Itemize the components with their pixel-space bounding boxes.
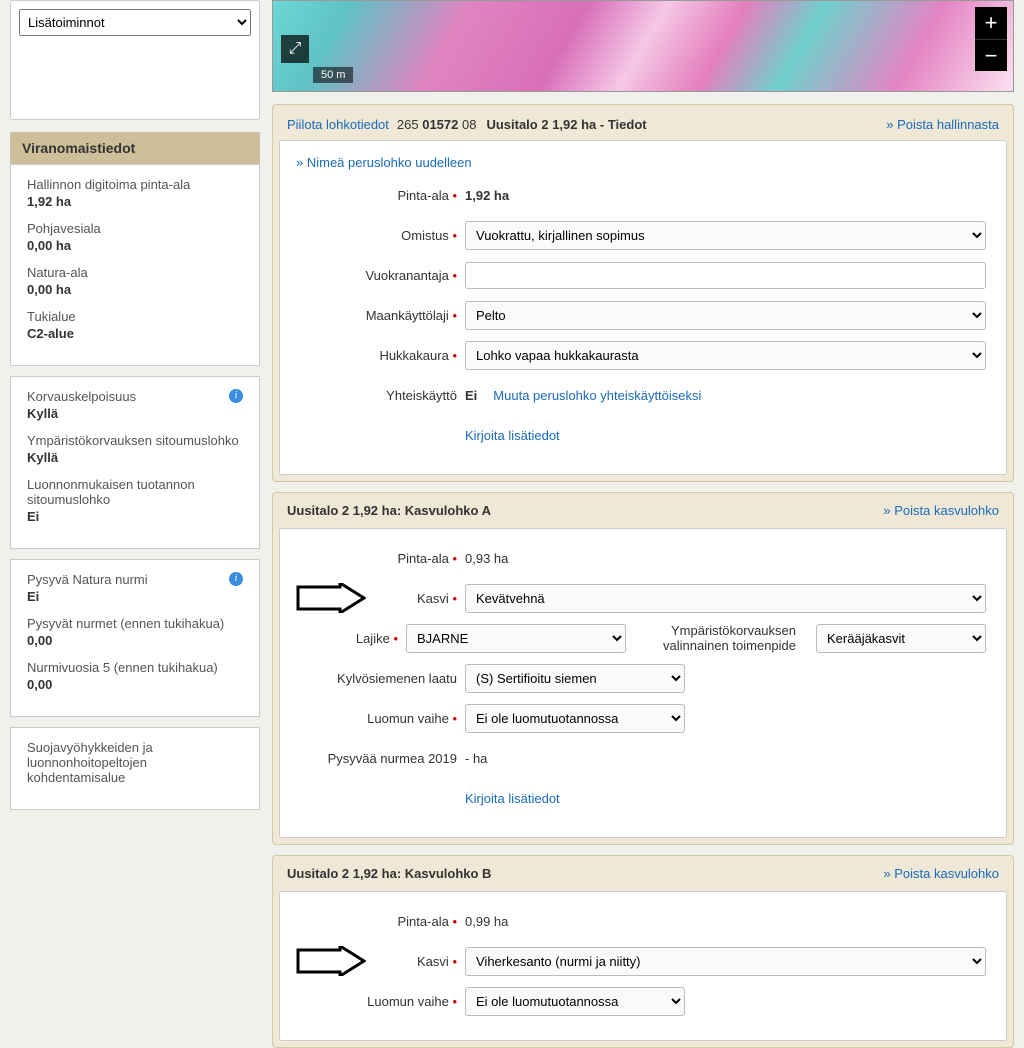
crop-a-area-value: 0,93 ha (465, 551, 508, 566)
crop-parcel-b: Uusitalo 2 1,92 ha: Kasvulohko B » Poist… (272, 855, 1014, 1048)
lessor-input[interactable] (465, 262, 986, 289)
ownership-select[interactable]: Vuokrattu, kirjallinen sopimus (465, 221, 986, 250)
env-measure-select[interactable]: Kerääjäkasvit (816, 624, 986, 653)
info-row-label: Ympäristökorvauksen sitoumuslohko (27, 433, 243, 448)
info-row-label: Natura-ala (27, 265, 243, 280)
crop-b-plant-label: Kasvi • (290, 954, 465, 969)
crop-parcel-a: Uusitalo 2 1,92 ha: Kasvulohko A » Poist… (272, 492, 1014, 845)
shared-use-change-link[interactable]: Muuta peruslohko yhteiskäyttöiseksi (493, 388, 701, 403)
info-row-label: Pohjavesiala (27, 221, 243, 236)
area-label: Pinta-ala • (290, 188, 465, 203)
parcel-title: Uusitalo 2 1,92 ha - Tiedot (486, 117, 646, 132)
zoom-in-icon[interactable]: + (975, 7, 1007, 39)
actions-box: Lisätoiminnot (10, 0, 260, 120)
perm-grass-label: Pysyvää nurmea 2019 (290, 751, 465, 766)
map[interactable]: + − ⤢ 50 m (272, 0, 1014, 92)
wildoat-select[interactable]: Lohko vapaa hukkakaurasta (465, 341, 986, 370)
authority-group-2: Korvauskelpoisuus i Kyllä Ympäristökorvauks… (10, 376, 260, 549)
info-row-label: Korvauskelpoisuus (27, 389, 136, 404)
info-row-value: 0,00 (27, 677, 243, 692)
seed-quality-select[interactable]: (S) Sertifioitu siemen (465, 664, 685, 693)
authority-info-header: Viranomaistiedot (10, 132, 260, 164)
crop-a-area-label: Pinta-ala • (290, 551, 465, 566)
parcel-panel: Piilota lohkotiedot 265 01572 08 Uusital… (272, 104, 1014, 482)
info-row-label: Pysyvä Natura nurmi (27, 572, 148, 587)
organic-phase-b-select[interactable]: Ei ole luomutuotannossa (465, 987, 685, 1016)
info-row-value: Kyllä (27, 406, 243, 421)
crop-a-variety-label: Lajike • (290, 631, 406, 646)
crop-a-plant-label: Kasvi • (290, 591, 465, 606)
remove-crop-b-link[interactable]: » Poista kasvulohko (883, 866, 999, 881)
parcel-form: » Nimeä peruslohko uudelleen Pinta-ala •… (279, 140, 1007, 475)
crop-b-title: Uusitalo 2 1,92 ha: Kasvulohko B (287, 866, 491, 881)
zoom-out-icon[interactable]: − (975, 39, 1007, 71)
rename-parcel-link[interactable]: » Nimeä peruslohko uudelleen (296, 155, 472, 170)
landuse-label: Maankäyttölaji • (290, 308, 465, 323)
crop-a-title: Uusitalo 2 1,92 ha: Kasvulohko A (287, 503, 491, 518)
ownership-label: Omistus • (290, 228, 465, 243)
map-scale-label: 50 m (313, 67, 353, 83)
authority-group-1: Hallinnon digitoima pinta-ala 1,92 ha Pohj… (10, 164, 260, 366)
actions-select[interactable]: Lisätoiminnot (19, 9, 251, 36)
info-row-value: 0,00 ha (27, 282, 243, 297)
parcel-notes-link[interactable]: Kirjoita lisätiedot (465, 428, 560, 443)
perm-grass-value: - ha (465, 751, 487, 766)
lessor-label: Vuokranantaja • (290, 268, 465, 283)
info-row-value: Ei (27, 509, 243, 524)
info-row-label: Nurmivuosia 5 (ennen tukihakua) (27, 660, 243, 675)
authority-group-4: Suojavyöhykkeiden ja luonnonhoitopeltoje… (10, 727, 260, 810)
authority-group-3: Pysyvä Natura nurmi i Ei Pysyvät nurmet (en… (10, 559, 260, 717)
left-sidebar: Lisätoiminnot Viranomaistiedot Hallinnon… (10, 0, 260, 1048)
organic-phase-a-label: Luomun vaihe • (290, 711, 465, 726)
info-row-label: Luonnonmukaisen tuotannon sitoumuslohko (27, 477, 243, 507)
info-row-value: 0,00 ha (27, 238, 243, 253)
hide-parcel-link[interactable]: Piilota lohkotiedot (287, 117, 389, 132)
shared-use-label: Yhteiskäyttö (290, 388, 465, 403)
info-row-label: Pysyvät nurmet (ennen tukihakua) (27, 616, 243, 631)
remove-crop-a-link[interactable]: » Poista kasvulohko (883, 503, 999, 518)
info-row-value: Kyllä (27, 450, 243, 465)
info-row-label: Hallinnon digitoima pinta-ala (27, 177, 243, 192)
env-measure-label: Ympäristökorvauksen valinnainen toimenpi… (646, 623, 796, 653)
crop-a-notes-link[interactable]: Kirjoita lisätiedot (465, 791, 560, 806)
shared-use-value: Ei (465, 388, 477, 403)
crop-a-plant-select[interactable]: Kevätvehnä (465, 584, 986, 613)
fullscreen-icon[interactable]: ⤢ (281, 35, 309, 63)
crop-a-variety-select[interactable]: BJARNE (406, 624, 626, 653)
remove-parcel-link[interactable]: » Poista hallinnasta (886, 117, 999, 132)
organic-phase-a-select[interactable]: Ei ole luomutuotannossa (465, 704, 685, 733)
main-content: + − ⤢ 50 m Piilota lohkotiedot 265 01572… (272, 0, 1014, 1048)
seed-quality-label: Kylvösiemenen laatu (290, 671, 465, 686)
info-row-value: 1,92 ha (27, 194, 243, 209)
info-row-value: Ei (27, 589, 243, 604)
info-icon[interactable]: i (229, 389, 243, 403)
info-row-label: Suojavyöhykkeiden ja luonnonhoitopeltoje… (27, 740, 243, 785)
area-value: 1,92 ha (465, 188, 509, 203)
landuse-select[interactable]: Pelto (465, 301, 986, 330)
organic-phase-b-label: Luomun vaihe • (290, 994, 465, 1009)
crop-b-plant-select[interactable]: Viherkesanto (nurmi ja niitty) (465, 947, 986, 976)
crop-b-area-label: Pinta-ala • (290, 914, 465, 929)
parcel-id: 265 01572 08 (397, 117, 477, 132)
info-row-label: Tukialue (27, 309, 243, 324)
info-row-value: C2-alue (27, 326, 243, 341)
info-row-value: 0,00 (27, 633, 243, 648)
wildoat-label: Hukkakaura • (290, 348, 465, 363)
crop-b-area-value: 0,99 ha (465, 914, 508, 929)
info-icon[interactable]: i (229, 572, 243, 586)
